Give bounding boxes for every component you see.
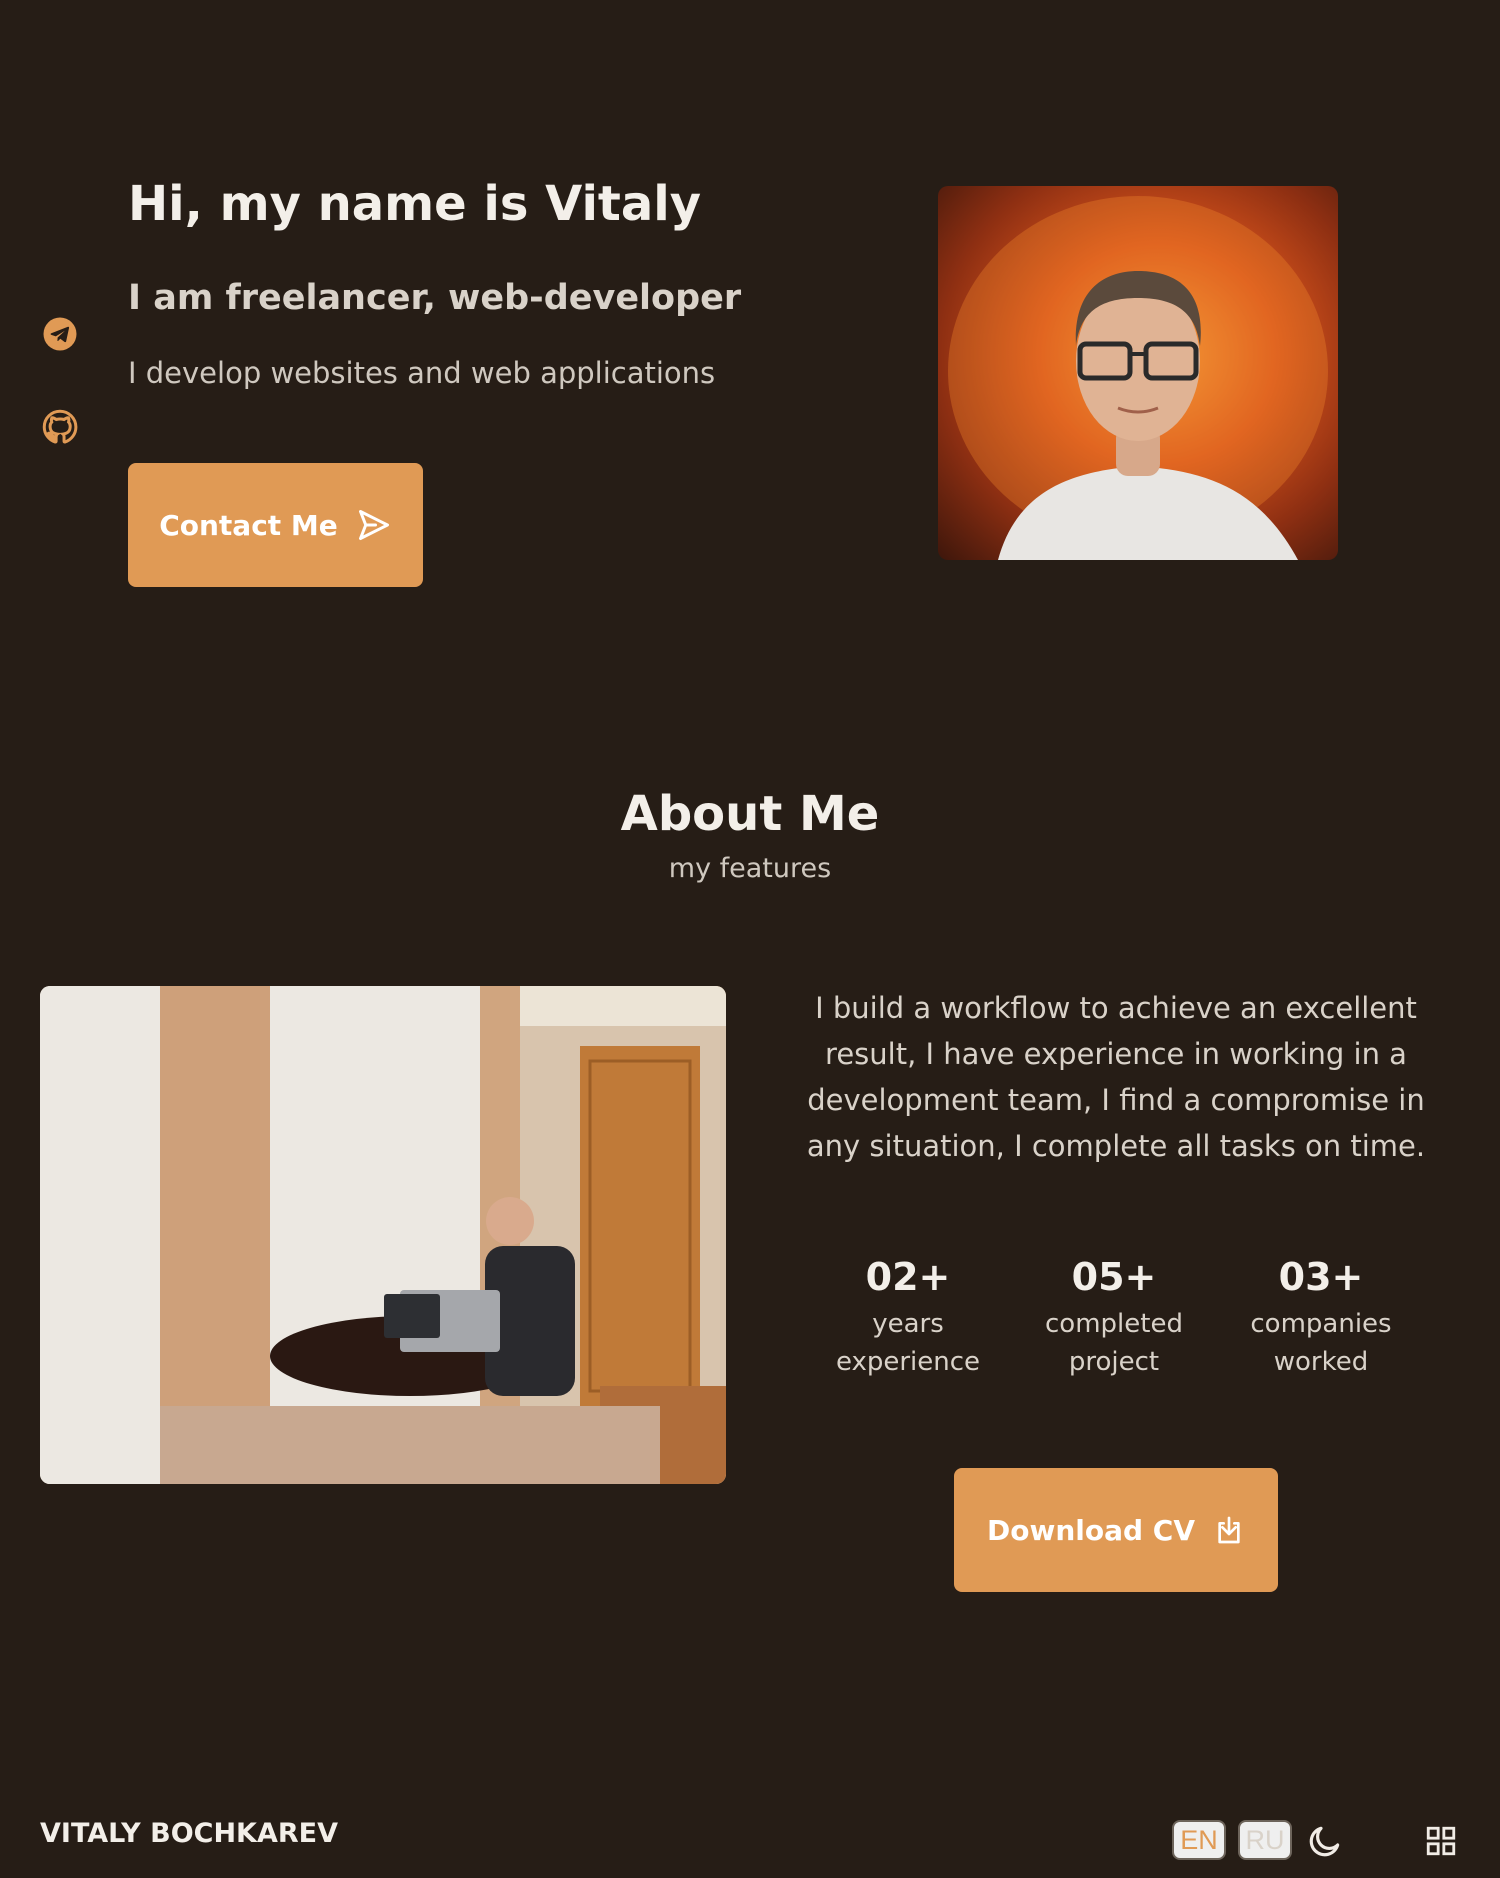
about-subtitle: my features bbox=[668, 853, 832, 884]
about-photo bbox=[40, 986, 726, 1484]
stat-label: years experience bbox=[835, 1309, 981, 1377]
stat-value: 03+ bbox=[1278, 1255, 1364, 1299]
github-icon bbox=[42, 409, 78, 444]
telegram-icon bbox=[43, 317, 77, 351]
stat-companies: 03+ companies worked bbox=[1231, 1255, 1411, 1381]
stat-value: 02+ bbox=[865, 1255, 951, 1299]
language-en-button[interactable]: EN bbox=[1172, 1820, 1226, 1860]
send-icon bbox=[358, 510, 389, 540]
theme-toggle-button[interactable] bbox=[1306, 1822, 1344, 1863]
moon-icon bbox=[1309, 1826, 1340, 1857]
profile-photo bbox=[938, 186, 1338, 560]
menu-toggle-button[interactable] bbox=[1424, 1824, 1458, 1861]
stat-label: completed project bbox=[1045, 1309, 1183, 1377]
contact-me-label: Contact Me bbox=[159, 508, 338, 542]
telegram-link[interactable] bbox=[42, 316, 78, 352]
grid-menu-icon bbox=[1426, 1826, 1456, 1856]
hero-subtitle: I am freelancer, web-developer bbox=[128, 278, 742, 318]
contact-me-button[interactable]: Contact Me bbox=[128, 463, 423, 587]
about-title: About Me bbox=[620, 786, 880, 842]
download-cv-button[interactable]: Download CV bbox=[954, 1468, 1278, 1592]
hero-description: I develop websites and web applications bbox=[128, 356, 716, 390]
stat-label: companies worked bbox=[1250, 1309, 1392, 1377]
download-icon bbox=[1218, 1516, 1240, 1544]
stat-experience: 02+ years experience bbox=[818, 1255, 998, 1381]
download-cv-label: Download CV bbox=[986, 1513, 1196, 1547]
about-text: I build a workflow to achieve an excelle… bbox=[806, 991, 1426, 1163]
stat-projects: 05+ completed project bbox=[1024, 1255, 1204, 1381]
github-link[interactable] bbox=[42, 409, 78, 445]
language-ru-button[interactable]: RU bbox=[1238, 1820, 1292, 1860]
footer-brand[interactable]: VITALY BOCHKAREV bbox=[40, 1818, 338, 1849]
hero-title: Hi, my name is Vitaly bbox=[128, 176, 701, 232]
stat-value: 05+ bbox=[1071, 1255, 1157, 1299]
